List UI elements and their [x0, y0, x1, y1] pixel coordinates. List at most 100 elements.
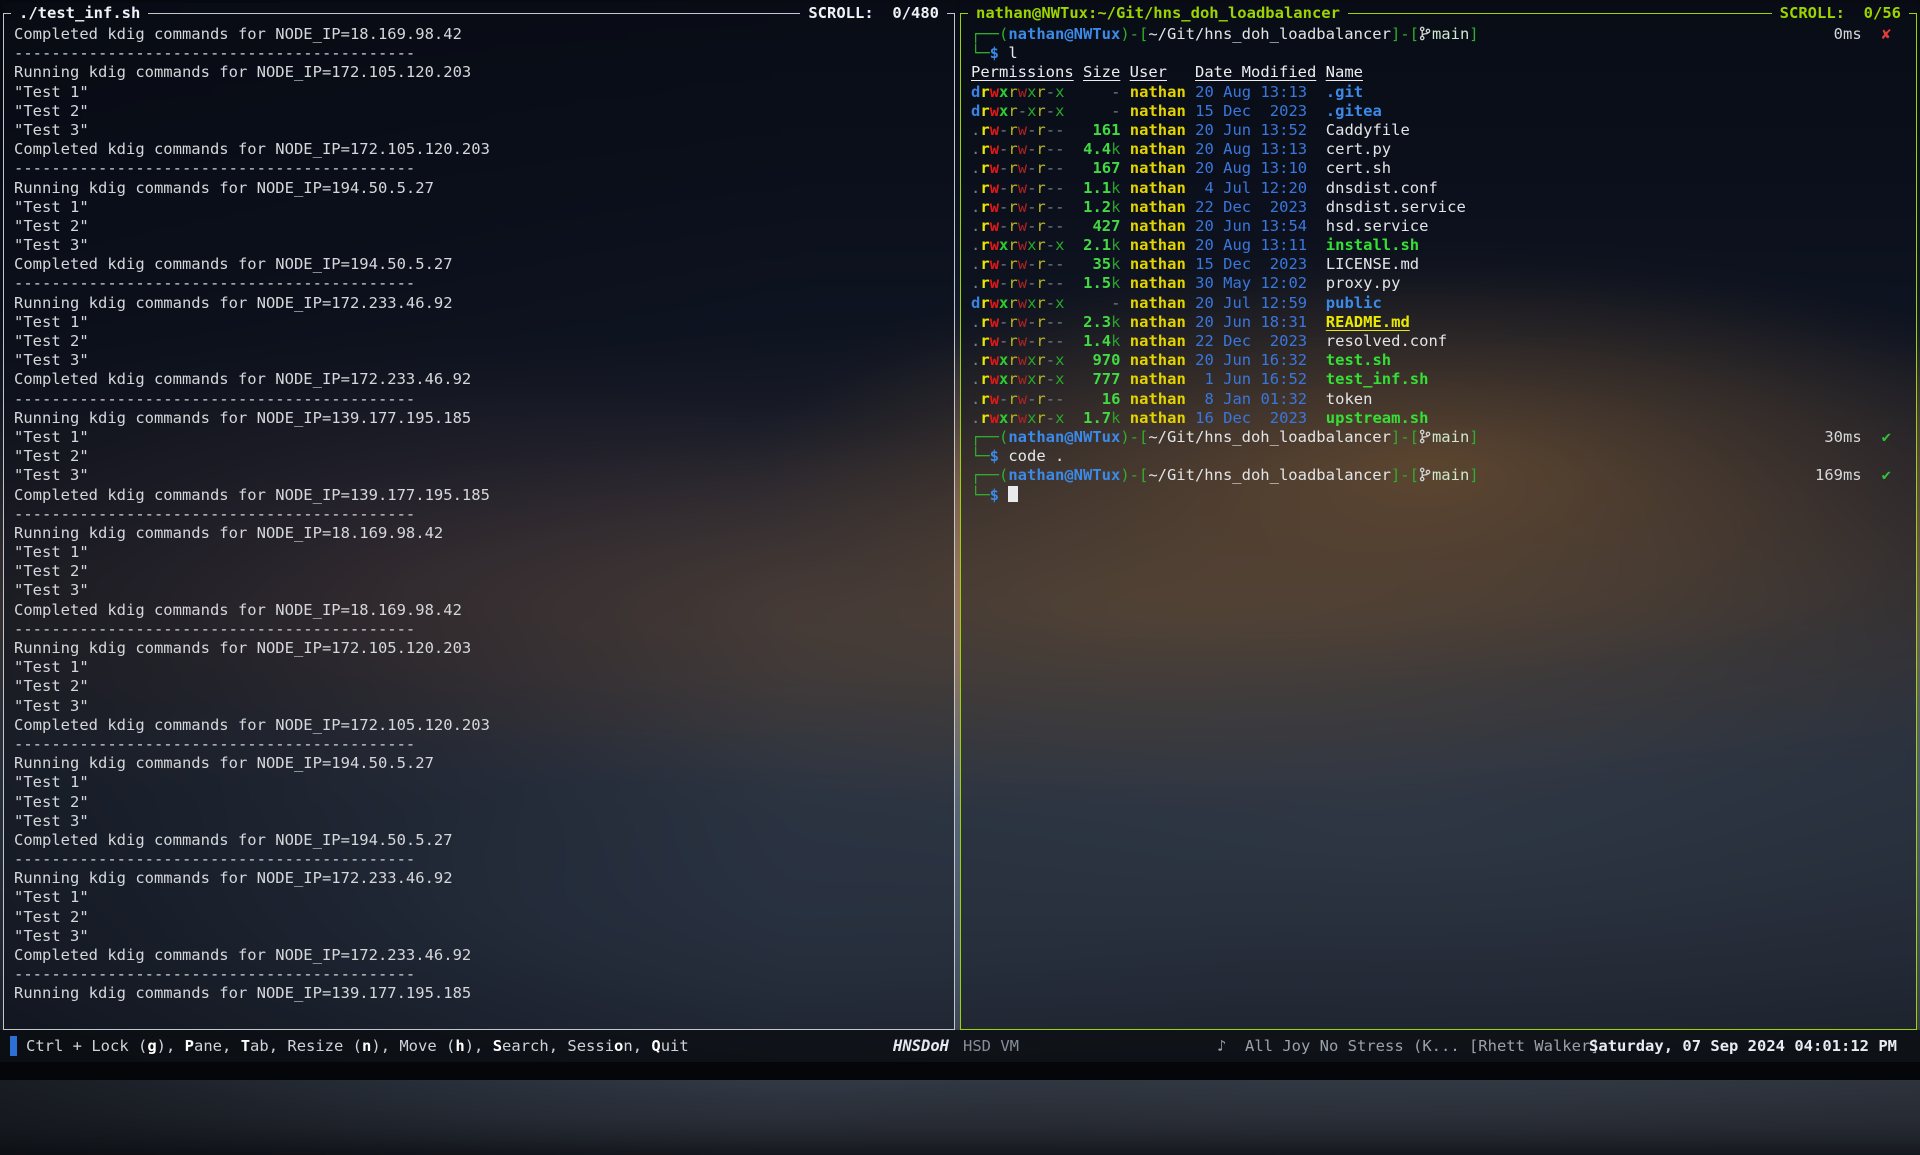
- output-line: Running kdig commands for NODE_IP=18.169…: [14, 524, 945, 543]
- keybind-hints: Ctrl + Lock (g), Pane, Tab, Resize (n), …: [26, 1037, 689, 1055]
- file-name: test.sh: [1326, 351, 1391, 369]
- file-name: upstream.sh: [1326, 409, 1429, 427]
- script-output-area[interactable]: Completed kdig commands for NODE_IP=18.1…: [3, 3, 955, 1030]
- file-name: proxy.py: [1326, 274, 1401, 292]
- output-line: "Test 2": [14, 562, 945, 581]
- command-status: 30ms✔: [1824, 428, 1891, 447]
- output-line: "Test 3": [14, 812, 945, 831]
- session-name: HNSDoH: [893, 1037, 949, 1055]
- border-segment: [960, 13, 968, 14]
- border-segment: [1348, 13, 1772, 14]
- output-line: "Test 1": [14, 313, 945, 332]
- border-segment: [3, 13, 11, 14]
- file-row: .rw-rw-r-- 16 nathan 8 Jan 01:32 token: [971, 390, 1907, 409]
- pane-test-script[interactable]: ./test_inf.sh SCROLL: 0/480 Completed kd…: [3, 3, 955, 1030]
- command-line: └─$ l: [971, 44, 1907, 63]
- git-branch-icon: [1419, 467, 1431, 482]
- command-line: └─$: [971, 486, 1907, 505]
- command-status: 0ms✘: [1834, 25, 1891, 44]
- output-line: "Test 1": [14, 888, 945, 907]
- output-line: Completed kdig commands for NODE_IP=18.1…: [14, 25, 945, 44]
- output-line: "Test 2": [14, 908, 945, 927]
- zellij-session: ./test_inf.sh SCROLL: 0/480 Completed kd…: [0, 0, 1920, 1080]
- output-line: Completed kdig commands for NODE_IP=194.…: [14, 255, 945, 274]
- file-name: dnsdist.conf: [1326, 179, 1438, 197]
- file-row: .rw-rw-r-- 35k nathan 15 Dec 2023 LICENS…: [971, 255, 1907, 274]
- file-name: cert.py: [1326, 140, 1391, 158]
- file-row: .rw-rw-r-- 427 nathan 20 Jun 13:54 hsd.s…: [971, 217, 1907, 236]
- shell-prompt: ┌──(nathan@NWTux)-[~/Git/hns_doh_loadbal…: [971, 428, 1907, 447]
- output-line: Completed kdig commands for NODE_IP=172.…: [14, 946, 945, 965]
- git-branch-icon: [1419, 26, 1431, 41]
- pane-container: ./test_inf.sh SCROLL: 0/480 Completed kd…: [0, 0, 1920, 1030]
- file-row: .rw-rw-r-- 1.5k nathan 30 May 12:02 prox…: [971, 274, 1907, 293]
- output-line: ----------------------------------------…: [14, 44, 945, 63]
- pane-shell[interactable]: nathan@NWTux:~/Git/hns_doh_loadbalancer …: [960, 3, 1917, 1030]
- output-line: ----------------------------------------…: [14, 735, 945, 754]
- output-line: "Test 1": [14, 658, 945, 677]
- border-segment: [148, 13, 800, 14]
- status-bar: Ctrl + Lock (g), Pane, Tab, Resize (n), …: [0, 1030, 1920, 1062]
- output-line: ----------------------------------------…: [14, 850, 945, 869]
- left-pane-title: ./test_inf.sh: [11, 4, 148, 22]
- output-line: "Test 1": [14, 773, 945, 792]
- output-line: "Test 3": [14, 466, 945, 485]
- file-row: .rwxrwxr-x 2.1k nathan 20 Aug 13:11 inst…: [971, 236, 1907, 255]
- output-line: ----------------------------------------…: [14, 505, 945, 524]
- output-line: "Test 3": [14, 697, 945, 716]
- file-row: .rw-rw-r-- 1.4k nathan 22 Dec 2023 resol…: [971, 332, 1907, 351]
- file-name: hsd.service: [1326, 217, 1429, 235]
- file-row: .rw-rw-r-- 167 nathan 20 Aug 13:10 cert.…: [971, 159, 1907, 178]
- output-line: "Test 2": [14, 332, 945, 351]
- file-row: .rwxrwxr-x 1.7k nathan 16 Dec 2023 upstr…: [971, 409, 1907, 428]
- border-segment: [1909, 13, 1917, 14]
- command-line: └─$ code .: [971, 447, 1907, 466]
- output-line: "Test 2": [14, 447, 945, 466]
- file-name: test_inf.sh: [1326, 370, 1429, 388]
- left-pane-scroll-indicator: SCROLL: 0/480: [800, 4, 947, 22]
- output-line: ----------------------------------------…: [14, 159, 945, 178]
- shell-prompt: ┌──(nathan@NWTux)-[~/Git/hns_doh_loadbal…: [971, 466, 1907, 485]
- file-row: .rw-rw-r-- 1.1k nathan 4 Jul 12:20 dnsdi…: [971, 179, 1907, 198]
- output-line: Completed kdig commands for NODE_IP=172.…: [14, 716, 945, 735]
- output-line: "Test 1": [14, 428, 945, 447]
- file-row: .rw-rw-r-- 1.2k nathan 22 Dec 2023 dnsdi…: [971, 198, 1907, 217]
- file-name: .git: [1326, 83, 1363, 101]
- output-line: "Test 2": [14, 102, 945, 121]
- command-status: 169ms✔: [1815, 466, 1891, 485]
- file-name: README.md: [1326, 313, 1410, 331]
- now-playing: ♪ All Joy No Stress (K... [Rhett Walker]: [1217, 1037, 1600, 1055]
- file-row: .rwxrwxr-x 970 nathan 20 Jun 16:32 test.…: [971, 351, 1907, 370]
- output-line: "Test 3": [14, 927, 945, 946]
- output-line: Running kdig commands for NODE_IP=172.23…: [14, 294, 945, 313]
- file-row: .rw-rw-r-- 4.4k nathan 20 Aug 13:13 cert…: [971, 140, 1907, 159]
- output-line: Completed kdig commands for NODE_IP=18.1…: [14, 601, 945, 620]
- output-line: Running kdig commands for NODE_IP=139.17…: [14, 984, 945, 1003]
- mode-indicator: [10, 1036, 17, 1056]
- output-line: Completed kdig commands for NODE_IP=172.…: [14, 140, 945, 159]
- output-line: Running kdig commands for NODE_IP=172.23…: [14, 869, 945, 888]
- output-line: Running kdig commands for NODE_IP=172.10…: [14, 63, 945, 82]
- shell-area[interactable]: ┌──(nathan@NWTux)-[~/Git/hns_doh_loadbal…: [960, 3, 1917, 1030]
- file-name: install.sh: [1326, 236, 1419, 254]
- file-name: LICENSE.md: [1326, 255, 1419, 273]
- terminal-cursor: [1008, 486, 1018, 502]
- output-line: "Test 2": [14, 217, 945, 236]
- output-line: ----------------------------------------…: [14, 274, 945, 293]
- output-line: "Test 3": [14, 121, 945, 140]
- output-line: Completed kdig commands for NODE_IP=194.…: [14, 831, 945, 850]
- git-branch-icon: [1419, 429, 1431, 444]
- output-line: "Test 1": [14, 83, 945, 102]
- file-row: drwxrwxr-x - nathan 20 Aug 13:13 .git: [971, 83, 1907, 102]
- output-line: Running kdig commands for NODE_IP=194.50…: [14, 754, 945, 773]
- file-row: .rwxrwxr-x 777 nathan 1 Jun 16:52 test_i…: [971, 370, 1907, 389]
- file-name: public: [1326, 294, 1382, 312]
- file-name: cert.sh: [1326, 159, 1391, 177]
- output-line: ----------------------------------------…: [14, 620, 945, 639]
- output-line: Running kdig commands for NODE_IP=139.17…: [14, 409, 945, 428]
- ls-header-row: Permissions Size User Date Modified Name: [971, 63, 1907, 82]
- output-line: "Test 2": [14, 677, 945, 696]
- border-segment: [947, 13, 955, 14]
- file-name: .gitea: [1326, 102, 1382, 120]
- host-label: HSD VM: [963, 1037, 1019, 1055]
